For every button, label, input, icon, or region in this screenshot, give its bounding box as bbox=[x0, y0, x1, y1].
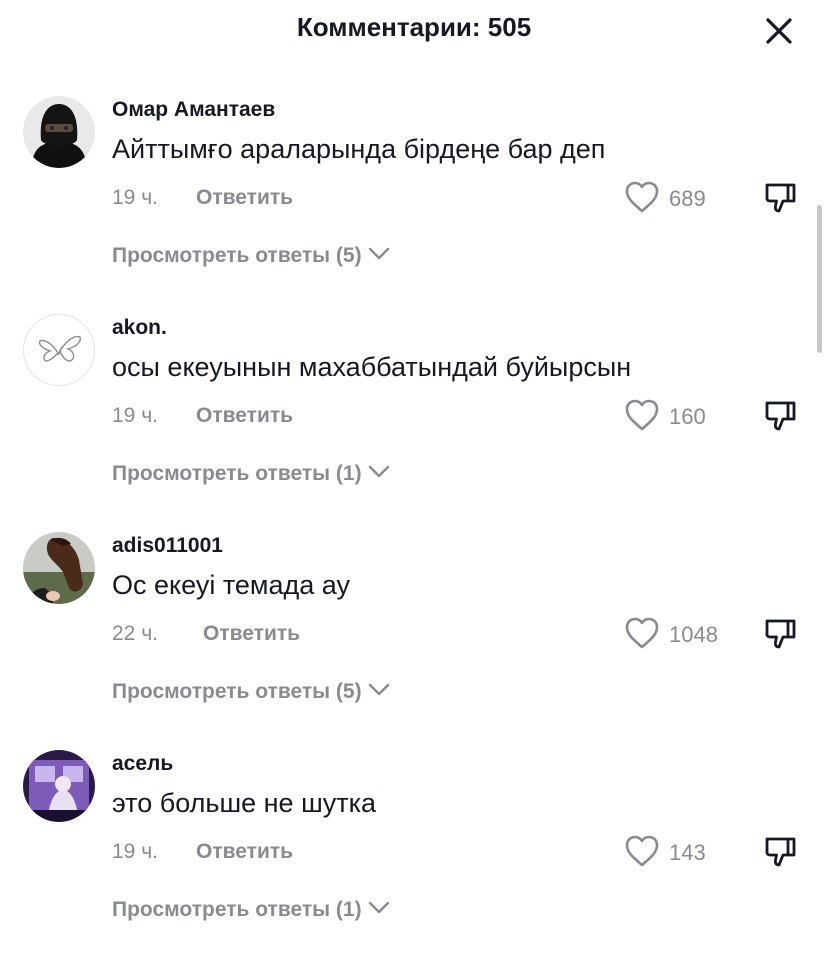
view-replies-button[interactable]: Просмотреть ответы (1) bbox=[112, 898, 390, 922]
comment-text: это больше не шутка bbox=[112, 788, 377, 818]
avatar[interactable] bbox=[23, 96, 95, 168]
comments-header: Комментарии: 505 bbox=[0, 0, 828, 60]
comment-username[interactable]: асель bbox=[112, 752, 173, 776]
heart-icon bbox=[625, 399, 659, 431]
reply-button[interactable]: Ответить bbox=[196, 840, 293, 864]
like-button[interactable] bbox=[624, 834, 660, 868]
purple-photo-avatar-icon bbox=[23, 750, 95, 822]
view-replies-label: Просмотреть ответы (1) bbox=[112, 462, 362, 485]
comments-title: Комментарии: 505 bbox=[296, 12, 532, 42]
like-button[interactable] bbox=[624, 616, 660, 650]
like-count: 689 bbox=[669, 186, 706, 211]
chevron-down-icon bbox=[368, 248, 389, 260]
heart-icon bbox=[625, 617, 659, 649]
like-count: 143 bbox=[669, 840, 706, 865]
horse-avatar-icon bbox=[23, 532, 95, 604]
chevron-down-icon bbox=[368, 466, 389, 478]
avatar[interactable] bbox=[23, 314, 95, 386]
comment-username[interactable]: akon. bbox=[112, 316, 167, 340]
like-button[interactable] bbox=[624, 398, 660, 432]
dislike-button[interactable] bbox=[762, 398, 798, 434]
view-replies-button[interactable]: Просмотреть ответы (5) bbox=[112, 680, 390, 704]
reply-button[interactable]: Ответить bbox=[203, 622, 300, 646]
close-icon bbox=[766, 18, 792, 44]
comment-item: akon. осы екеуынын махаббатындай буйырсы… bbox=[0, 314, 828, 532]
heart-icon bbox=[625, 835, 659, 867]
dislike-button[interactable] bbox=[762, 180, 798, 216]
masked-person-avatar-icon bbox=[23, 96, 95, 168]
comment-time: 19 ч. bbox=[112, 840, 158, 863]
comment-time: 19 ч. bbox=[112, 404, 158, 427]
close-button[interactable] bbox=[762, 14, 796, 48]
avatar[interactable] bbox=[23, 750, 95, 822]
like-button[interactable] bbox=[624, 180, 660, 214]
comment-username[interactable]: Омар Амантаев bbox=[112, 98, 275, 122]
like-count: 1048 bbox=[669, 622, 718, 647]
comment-item: Омар Амантаев Айттымғо араларында бірдең… bbox=[0, 96, 828, 314]
comment-text: Айттымғо араларында бірдеңе бар деп bbox=[112, 134, 606, 164]
chevron-down-icon bbox=[368, 902, 389, 914]
comment-username[interactable]: adis011001 bbox=[112, 534, 223, 558]
heart-icon bbox=[625, 181, 659, 213]
thumbs-down-icon bbox=[765, 183, 796, 213]
view-replies-label: Просмотреть ответы (1) bbox=[112, 898, 362, 921]
thumbs-down-icon bbox=[765, 401, 796, 431]
comment-text: осы екеуынын махаббатындай буйырсын bbox=[112, 352, 632, 382]
comment-time: 22 ч. bbox=[112, 622, 158, 645]
comment-item: adis011001 Ос екеуі темада ау 22 ч. Отве… bbox=[0, 532, 828, 750]
reply-button[interactable]: Ответить bbox=[196, 186, 293, 210]
butterfly-avatar-icon bbox=[24, 315, 94, 385]
comment-item: асель это больше не шутка 19 ч. Ответить… bbox=[0, 750, 828, 968]
reply-button[interactable]: Ответить bbox=[196, 404, 293, 428]
dislike-button[interactable] bbox=[762, 616, 798, 652]
thumbs-down-icon bbox=[765, 619, 796, 649]
like-count: 160 bbox=[669, 404, 706, 429]
chevron-down-icon bbox=[368, 684, 389, 696]
avatar[interactable] bbox=[23, 532, 95, 604]
comment-text: Ос екеуі темада ау bbox=[112, 570, 350, 600]
dislike-button[interactable] bbox=[762, 834, 798, 870]
view-replies-button[interactable]: Просмотреть ответы (5) bbox=[112, 244, 390, 268]
comment-time: 19 ч. bbox=[112, 186, 158, 209]
view-replies-label: Просмотреть ответы (5) bbox=[112, 244, 362, 267]
thumbs-down-icon bbox=[765, 837, 796, 867]
view-replies-label: Просмотреть ответы (5) bbox=[112, 680, 362, 703]
view-replies-button[interactable]: Просмотреть ответы (1) bbox=[112, 462, 390, 486]
